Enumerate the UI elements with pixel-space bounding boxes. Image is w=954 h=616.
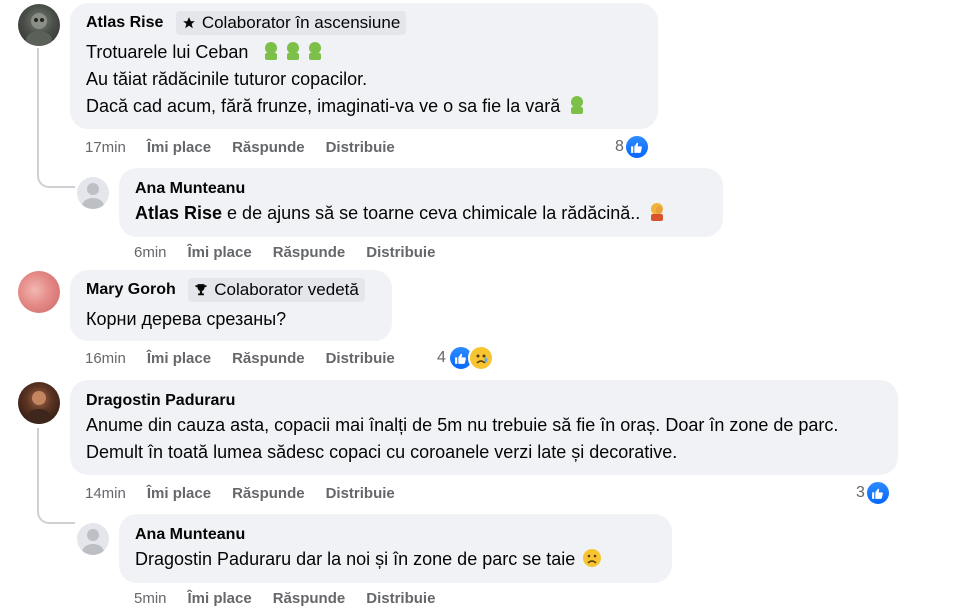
nauseated-face-icon [571, 96, 584, 114]
comment-actions: 6min Îmi place Răspunde Distribuie [134, 243, 456, 263]
like-reaction-icon [623, 134, 650, 160]
comment-text-line: Корни дерева срезаны? [86, 309, 287, 329]
avatar[interactable] [77, 177, 109, 209]
share-button[interactable]: Distribuie [366, 243, 435, 263]
share-button[interactable]: Distribuie [366, 589, 435, 609]
like-button[interactable]: Îmi place [147, 138, 211, 158]
like-button[interactable]: Îmi place [188, 243, 252, 263]
reaction-summary[interactable]: 3 [856, 480, 891, 506]
thread-connector [37, 172, 75, 188]
reply-button[interactable]: Răspunde [273, 589, 346, 609]
avatar[interactable] [77, 523, 109, 555]
reaction-summary[interactable]: 4 [437, 345, 494, 371]
reaction-summary[interactable]: 8 [615, 134, 650, 160]
author-name[interactable]: Mary Goroh [86, 279, 176, 301]
avatar[interactable] [18, 382, 60, 424]
comment-text-line: Au tăiat rădăcinile tuturor copacilor. [86, 69, 368, 89]
timestamp[interactable]: 5min [134, 589, 167, 609]
comment-text-line: Trotuarele lui Ceban [86, 39, 642, 66]
trophy-icon [195, 284, 208, 296]
comment-text-line: Dacă cad acum, fără frunze, imaginati-va… [86, 93, 642, 120]
author-name[interactable]: Atlas Rise [86, 12, 163, 34]
reaction-count: 8 [615, 138, 624, 155]
like-button[interactable]: Îmi place [147, 484, 211, 504]
reply-button[interactable]: Răspunde [232, 138, 305, 158]
avatar[interactable] [18, 271, 60, 313]
share-button[interactable]: Distribuie [326, 138, 395, 158]
reply-button[interactable]: Răspunde [232, 349, 305, 369]
author-name[interactable]: Dragostin Paduraru [86, 390, 235, 412]
reply-button[interactable]: Răspunde [273, 243, 346, 263]
comment-bubble: Ana Munteanu Atlas Rise e de ajuns să se… [119, 168, 723, 237]
comment-text-line: Atlas Rise e de ajuns să se toarne ceva … [135, 200, 707, 227]
timestamp[interactable]: 14min [85, 484, 126, 504]
comment-bubble: Atlas Rise Colaborator în ascensiune Tro… [70, 3, 658, 129]
thread-line [37, 428, 39, 508]
timestamp[interactable]: 6min [134, 243, 167, 263]
facepalm-icon [651, 203, 664, 221]
sad-face-icon [583, 549, 602, 567]
reaction-count: 3 [856, 484, 865, 501]
contributor-badge[interactable]: Colaborator în ascensiune [175, 11, 407, 35]
thread-line [37, 48, 39, 172]
mention-link[interactable]: Atlas Rise [135, 203, 222, 223]
comment-actions: 14min Îmi place Răspunde Distribuie [85, 484, 416, 504]
thread-connector [37, 508, 75, 524]
comment-bubble: Ana Munteanu Dragostin Paduraru dar la n… [119, 514, 672, 583]
comment-text-line: Dragostin Paduraru dar la noi și în zone… [135, 546, 656, 573]
share-button[interactable]: Distribuie [326, 484, 395, 504]
timestamp[interactable]: 17min [85, 138, 126, 158]
reaction-count: 4 [437, 349, 446, 366]
like-button[interactable]: Îmi place [147, 349, 211, 369]
timestamp[interactable]: 16min [85, 349, 126, 369]
comment-bubble: Dragostin Paduraru Anume din cauza asta,… [70, 380, 898, 475]
reply-button[interactable]: Răspunde [232, 484, 305, 504]
comment-actions: 16min Îmi place Răspunde Distribuie [85, 349, 416, 369]
comment-actions: 5min Îmi place Răspunde Distribuie [134, 589, 456, 609]
author-name[interactable]: Ana Munteanu [135, 178, 245, 200]
badge-label: Colaborator în ascensiune [201, 13, 401, 32]
star-icon [182, 17, 195, 29]
contributor-badge[interactable]: Colaborator vedetă [188, 278, 365, 302]
comment-text: Anume din cauza asta, copacii mai înalți… [86, 415, 839, 462]
sad-reaction-icon [467, 345, 494, 371]
nauseated-face-icon [259, 42, 325, 62]
like-button[interactable]: Îmi place [188, 589, 252, 609]
like-reaction-icon [864, 480, 891, 506]
avatar[interactable] [18, 4, 60, 46]
share-button[interactable]: Distribuie [326, 349, 395, 369]
author-name[interactable]: Ana Munteanu [135, 524, 245, 546]
comment-bubble: Mary Goroh Colaborator vedetă Корни дере… [70, 270, 392, 341]
badge-label: Colaborator vedetă [214, 280, 359, 299]
comment-actions: 17min Îmi place Răspunde Distribuie [85, 138, 416, 158]
